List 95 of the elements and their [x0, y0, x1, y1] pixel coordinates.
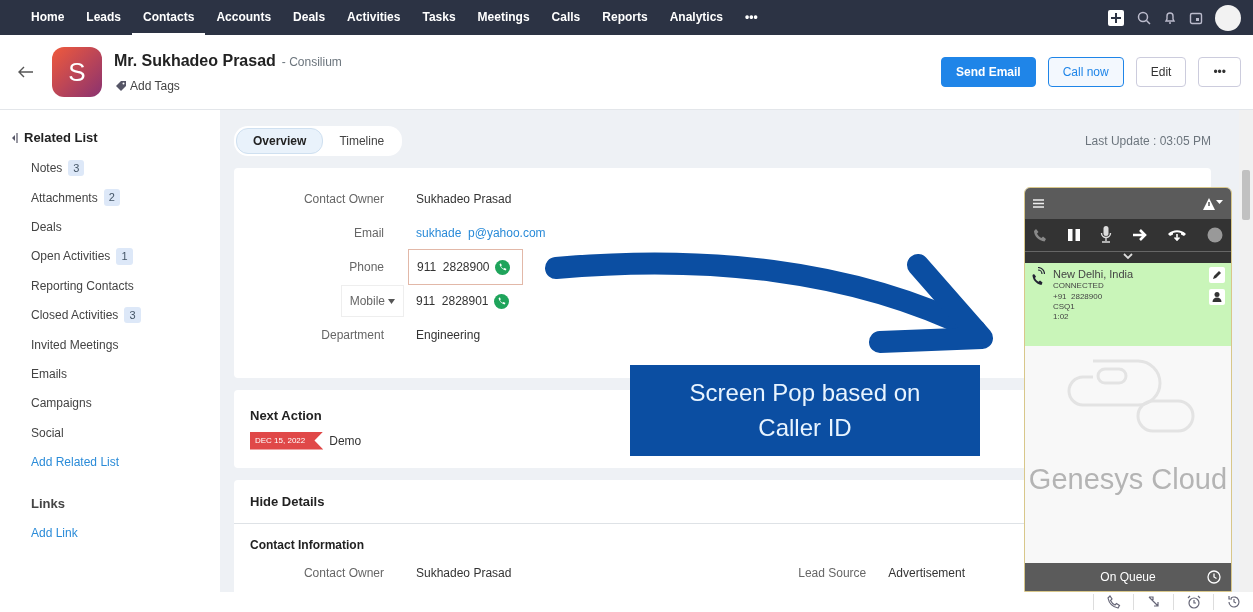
- nav-tab[interactable]: Leads: [75, 0, 133, 35]
- user-avatar-icon[interactable]: [1215, 4, 1241, 31]
- forward-arrow-icon[interactable]: [1131, 228, 1148, 242]
- phone-icon[interactable]: [494, 259, 510, 275]
- section-title: Next Action: [250, 407, 323, 425]
- nav-tab[interactable]: Activities: [336, 0, 412, 35]
- field-label: Contact Owner: [303, 191, 384, 208]
- caret-icon: [388, 298, 395, 304]
- contact-avatar: S: [52, 47, 102, 97]
- collapse-icon[interactable]: [10, 131, 18, 144]
- hang-up-icon[interactable]: [1167, 228, 1188, 242]
- field-value: Advertisement: [888, 565, 965, 582]
- count-badge: 1: [116, 248, 133, 265]
- sidebar-item[interactable]: Reporting Contacts: [31, 276, 134, 295]
- contact-name: Mr. Sukhadeo Prasad: [114, 50, 276, 71]
- nav-tab[interactable]: Home: [20, 0, 76, 35]
- sidebar-item[interactable]: Invited Meetings: [31, 335, 119, 354]
- calendar-icon[interactable]: [1189, 10, 1203, 25]
- nav-tab[interactable]: Tasks: [411, 0, 467, 35]
- company-name: - Consilium: [281, 53, 342, 71]
- chevron-down-icon[interactable]: [1123, 252, 1133, 260]
- hide-details-link[interactable]: Hide Details: [250, 493, 325, 509]
- menu-icon[interactable]: [1033, 199, 1044, 208]
- caller-location: New Delhi, India: [1053, 267, 1135, 282]
- last-update-text: Last Update : 03:05 PM: [1084, 133, 1211, 150]
- nav-tab[interactable]: Deals: [282, 0, 337, 35]
- microphone-icon[interactable]: [1100, 226, 1113, 244]
- sidebar-item[interactable]: Attachments: [31, 188, 98, 207]
- pause-icon[interactable]: [1066, 228, 1081, 242]
- call-duration: 1:02: [1053, 312, 1070, 323]
- section-title: Contact Information: [249, 537, 365, 554]
- phone-icon[interactable]: [1105, 594, 1122, 610]
- contact-icon[interactable]: [1209, 289, 1225, 305]
- sidebar-item[interactable]: Open Activities: [31, 247, 111, 266]
- add-related-list-link[interactable]: Add Related List: [31, 453, 120, 472]
- clock-icon[interactable]: [1207, 570, 1221, 584]
- field-label: Contact Owner: [303, 566, 384, 580]
- sidebar-item[interactable]: Campaigns: [31, 394, 92, 413]
- field-value: 911 2828901: [416, 293, 489, 310]
- field-value: Sukhadeo Prasad: [416, 191, 512, 208]
- queue-name: CSQ1: [1053, 302, 1076, 313]
- sidebar-title: Related List: [24, 129, 98, 147]
- tag-icon: [115, 79, 127, 92]
- count-badge: 2: [103, 189, 120, 206]
- phone-ringing-icon: [1031, 267, 1045, 287]
- view-tab[interactable]: Timeline: [323, 128, 401, 154]
- warning-icon[interactable]: [1203, 197, 1223, 210]
- callout-text: Screen Pop based on Caller ID: [630, 365, 980, 456]
- add-tags-link[interactable]: Add Tags: [114, 75, 342, 96]
- record-icon[interactable]: [1206, 227, 1223, 243]
- nav-tab[interactable]: Calls: [540, 0, 592, 35]
- sidebar-item[interactable]: Closed Activities: [31, 306, 119, 325]
- count-badge: 3: [124, 306, 141, 324]
- phone-icon[interactable]: [493, 293, 509, 309]
- field-label: Lead Source: [798, 566, 867, 580]
- links-title: Links: [31, 494, 65, 513]
- nav-tab[interactable]: Reports: [591, 0, 659, 35]
- nav-tab[interactable]: Accounts: [205, 0, 283, 35]
- sidebar-item[interactable]: Deals: [31, 217, 62, 236]
- field-value: Sukhadeo Prasad: [416, 565, 512, 582]
- history-icon[interactable]: [1225, 594, 1242, 610]
- label-dropdown[interactable]: Mobile: [340, 285, 404, 317]
- date-tag: DEC 15, 2022: [250, 431, 324, 450]
- edit-button[interactable]: Edit: [1135, 57, 1187, 87]
- view-tab[interactable]: Overview: [236, 128, 324, 154]
- bell-icon[interactable]: [1163, 10, 1177, 25]
- count-badge: 3: [68, 159, 85, 177]
- alarm-clock-icon[interactable]: [1185, 594, 1202, 610]
- caller-number: +91 2828900: [1053, 291, 1104, 303]
- email-link[interactable]: sukhade p@yahoo.com: [416, 224, 546, 242]
- send-email-button[interactable]: Send Email: [941, 57, 1036, 87]
- field-label: Department: [321, 327, 384, 344]
- add-icon[interactable]: [1107, 8, 1125, 27]
- edit-icon[interactable]: [1209, 267, 1225, 283]
- action-subject: Demo: [329, 432, 362, 450]
- sidebar-item[interactable]: Emails: [31, 364, 67, 383]
- nav-tab[interactable]: Analytics: [658, 0, 734, 35]
- phone-icon[interactable]: [1033, 228, 1047, 242]
- field-value: 911 2828900: [417, 259, 490, 276]
- more-menu[interactable]: •••: [734, 0, 769, 35]
- sidebar-item[interactable]: Social: [31, 423, 64, 442]
- sidebar-item[interactable]: Notes: [31, 159, 63, 178]
- call-button[interactable]: Call now: [1047, 57, 1124, 87]
- field-value: Engineering: [416, 327, 481, 344]
- field-label: Phone: [349, 259, 384, 276]
- field-label: Email: [354, 225, 384, 242]
- add-link-link[interactable]: Add Link: [31, 523, 78, 542]
- back-arrow-icon[interactable]: [18, 66, 34, 78]
- nav-tab[interactable]: Meetings: [466, 0, 541, 35]
- watermark-text: Genesys Cloud: [1028, 462, 1228, 497]
- scrollbar-thumb[interactable]: [1242, 170, 1250, 220]
- call-status: CONNECTED: [1053, 281, 1105, 292]
- more-button[interactable]: •••: [1198, 57, 1241, 87]
- status-text[interactable]: On Queue: [1100, 568, 1156, 586]
- search-icon[interactable]: [1137, 10, 1151, 25]
